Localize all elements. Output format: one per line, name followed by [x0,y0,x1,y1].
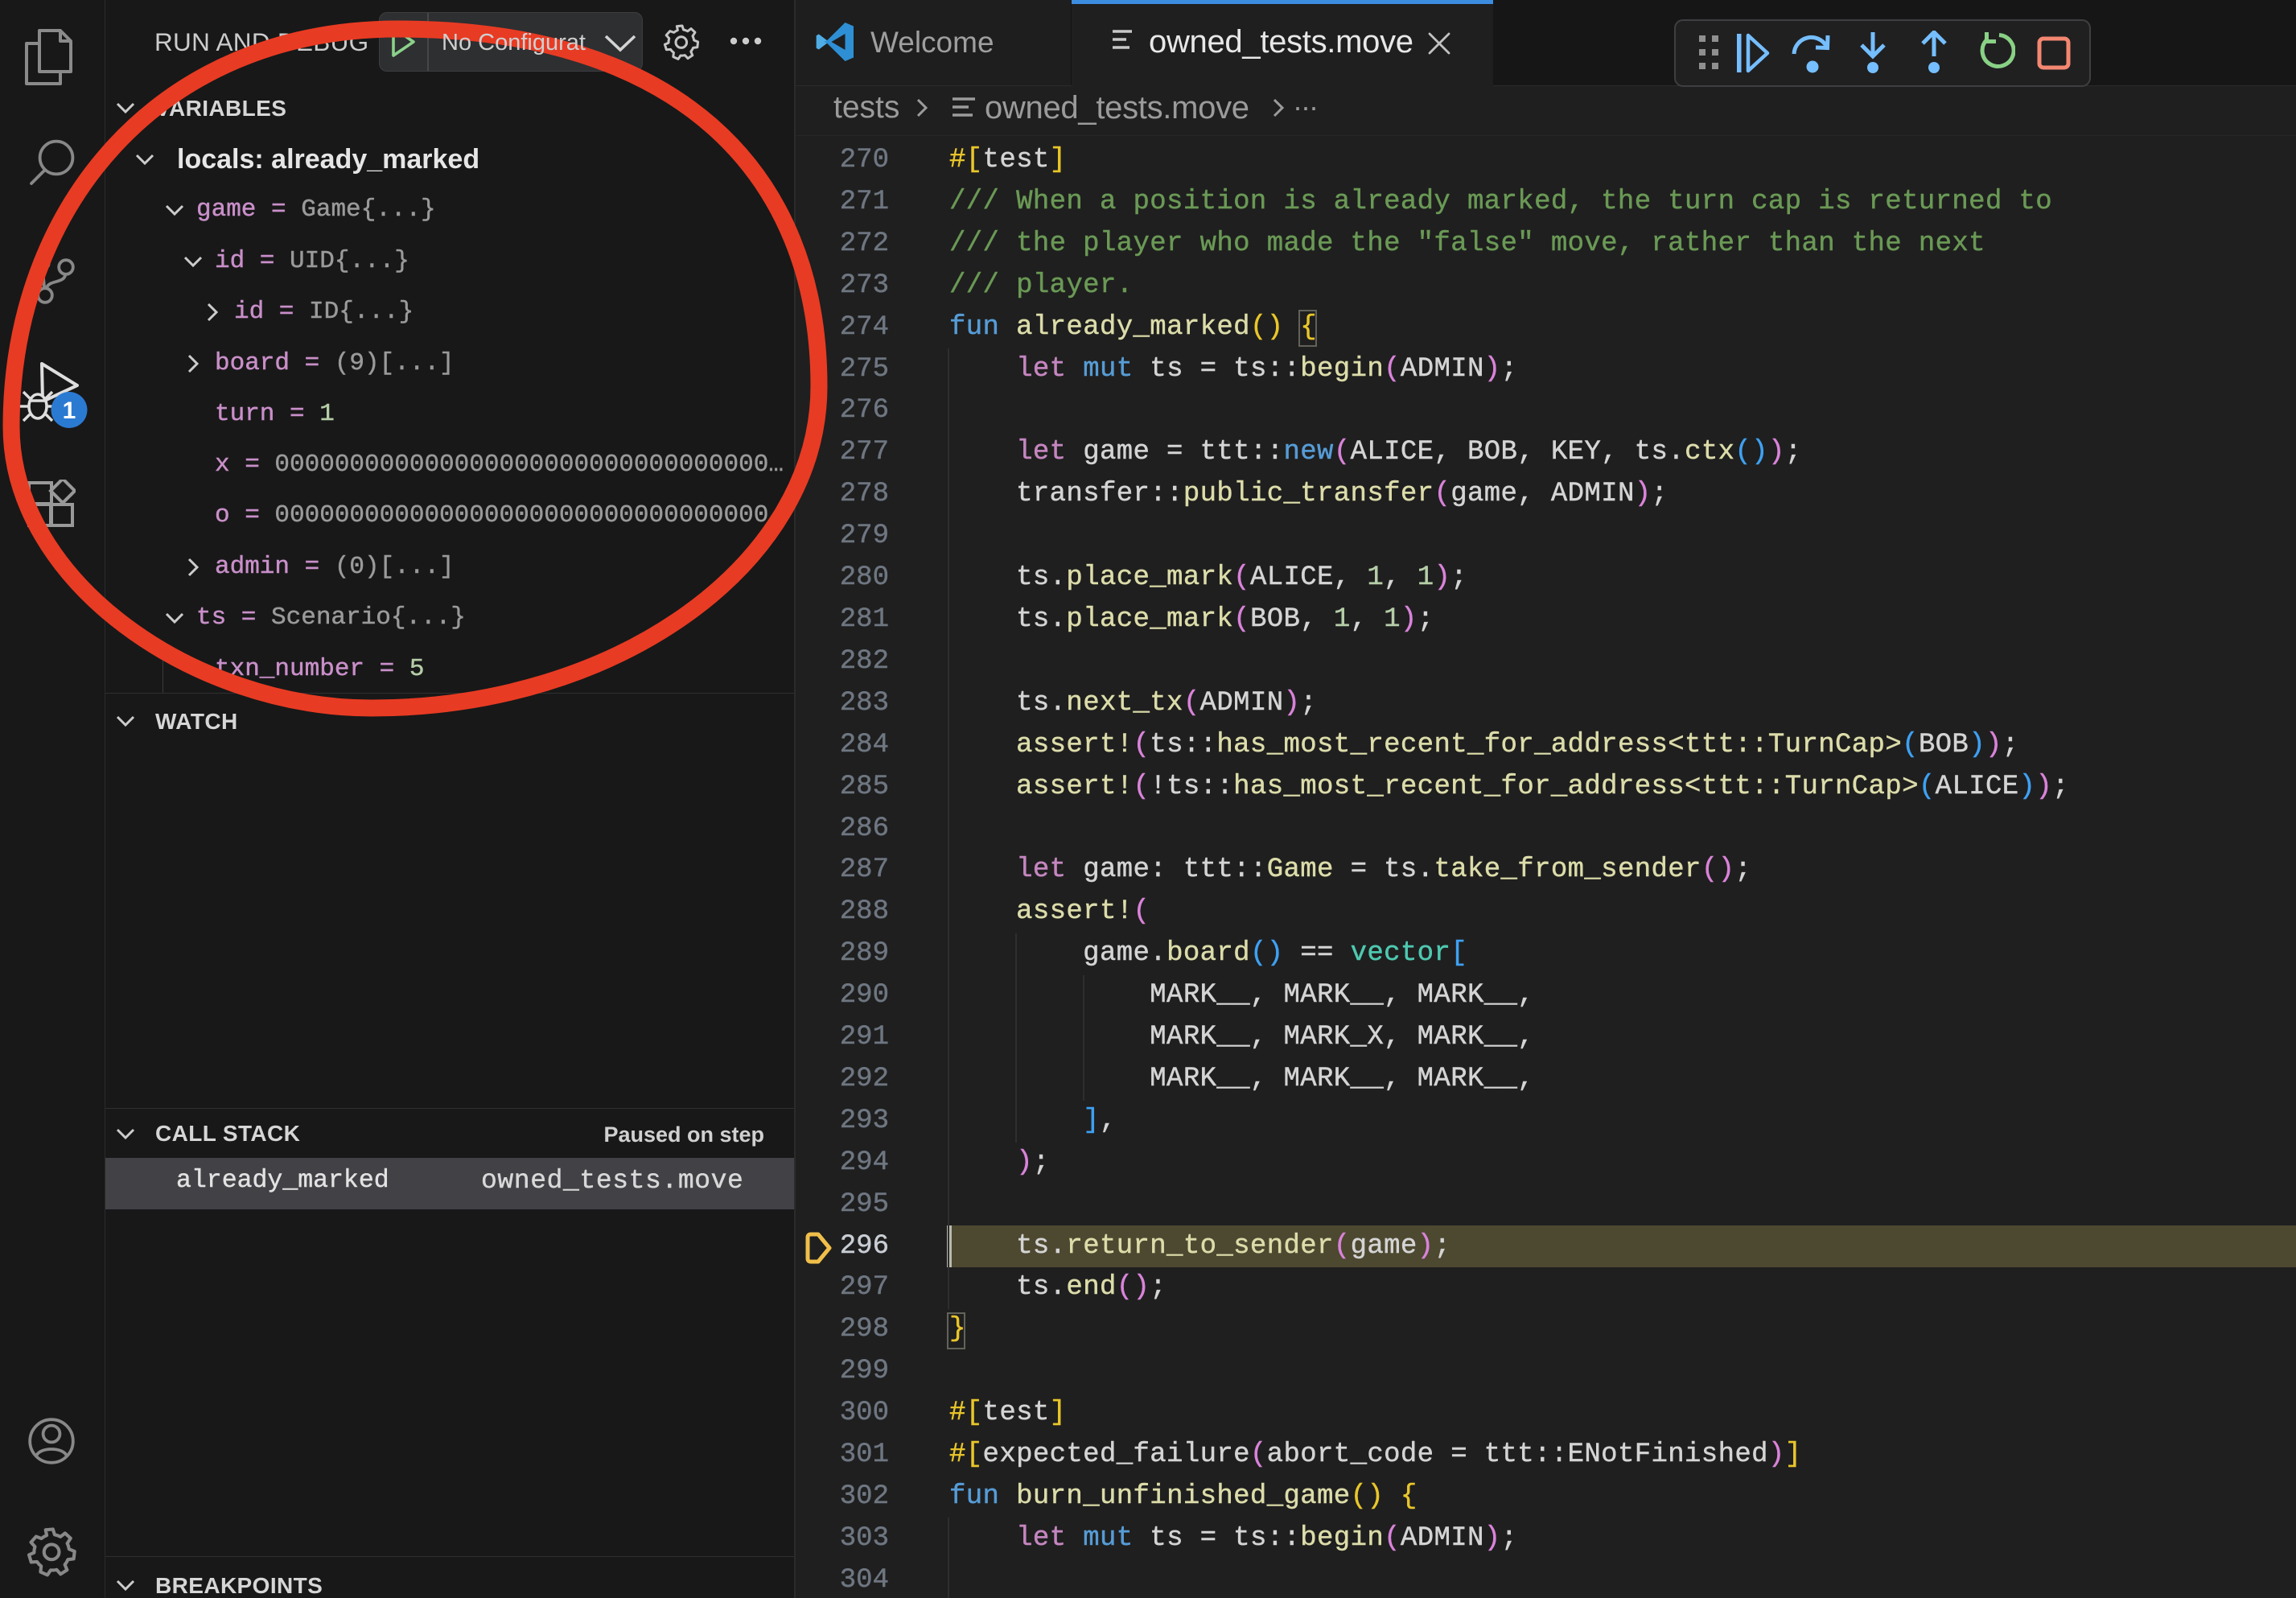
svg-text:1: 1 [63,397,76,424]
